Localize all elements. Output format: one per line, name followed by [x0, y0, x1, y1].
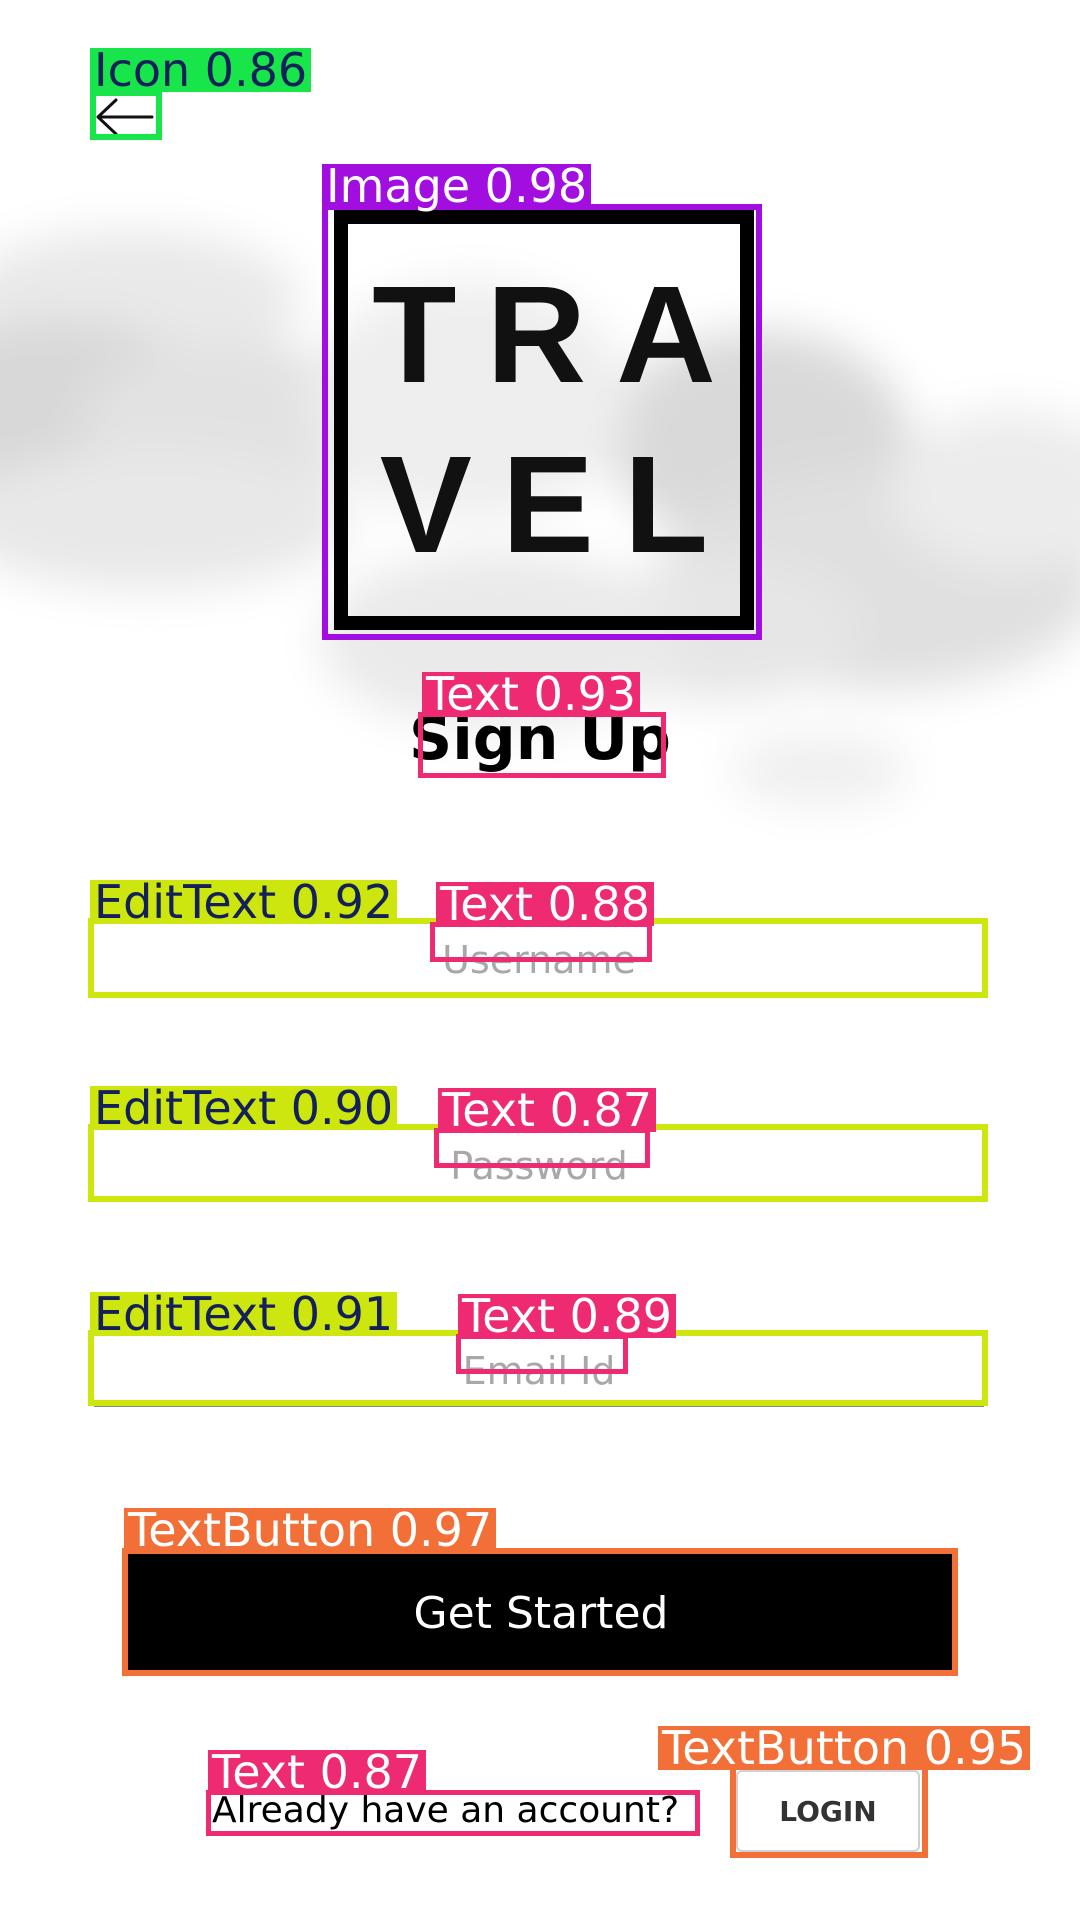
detection-label-icon: Icon 0.86 — [90, 47, 312, 93]
detection-box-title — [418, 712, 666, 778]
detection-box-login — [730, 1764, 928, 1858]
detection-label-email-text: Text 0.89 — [458, 1293, 677, 1339]
detection-label-login: TextButton 0.95 — [658, 1725, 1031, 1771]
detection-label-title: Text 0.93 — [422, 671, 641, 717]
detection-label-footer-text: Text 0.87 — [208, 1749, 427, 1795]
detection-label-image: Image 0.98 — [322, 163, 592, 209]
detection-label-email-field: EditText 0.91 — [90, 1291, 398, 1337]
detection-label-username-field: EditText 0.92 — [90, 879, 398, 925]
detection-label-password-field: EditText 0.90 — [90, 1085, 398, 1131]
detection-box-image — [322, 204, 762, 640]
detection-label-username-text: Text 0.88 — [436, 881, 655, 927]
detection-label-password-text: Text 0.87 — [438, 1087, 657, 1133]
detection-box-cta — [122, 1548, 958, 1676]
detection-box-icon — [90, 90, 162, 140]
detection-label-cta: TextButton 0.97 — [124, 1507, 497, 1553]
